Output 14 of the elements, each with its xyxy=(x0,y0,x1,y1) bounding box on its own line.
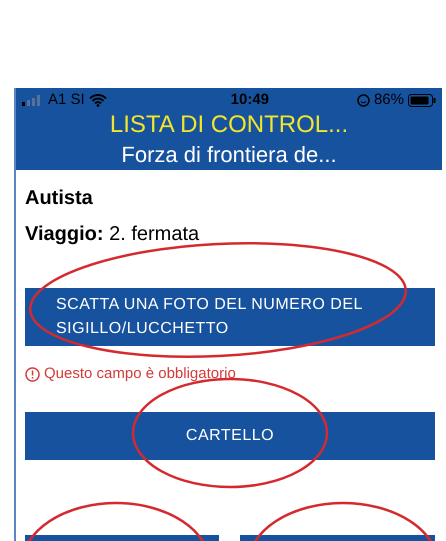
error-message: Questo campo è obbligatorio xyxy=(44,364,236,384)
wifi-icon xyxy=(88,94,107,107)
sign-button[interactable]: CARTELLO xyxy=(25,412,435,460)
photo-button[interactable]: SCATTA UNA FOTO DEL NUMERO DEL SIGILLO/LUCCHETTO xyxy=(25,288,435,346)
header-subtitle: Forza di frontiera de... xyxy=(121,141,337,169)
header-title: LISTA DI CONTROL... xyxy=(110,110,348,140)
battery-percent: 86% xyxy=(374,90,404,110)
carrier-text: A1 SI xyxy=(48,90,85,110)
trip-text: Viaggio: 2. fermata xyxy=(25,222,200,247)
driver-label: Autista xyxy=(25,186,94,211)
warning-icon xyxy=(25,366,40,382)
battery-icon xyxy=(408,94,436,107)
clock-text: 10:49 xyxy=(230,90,270,110)
face-icon xyxy=(356,94,370,107)
